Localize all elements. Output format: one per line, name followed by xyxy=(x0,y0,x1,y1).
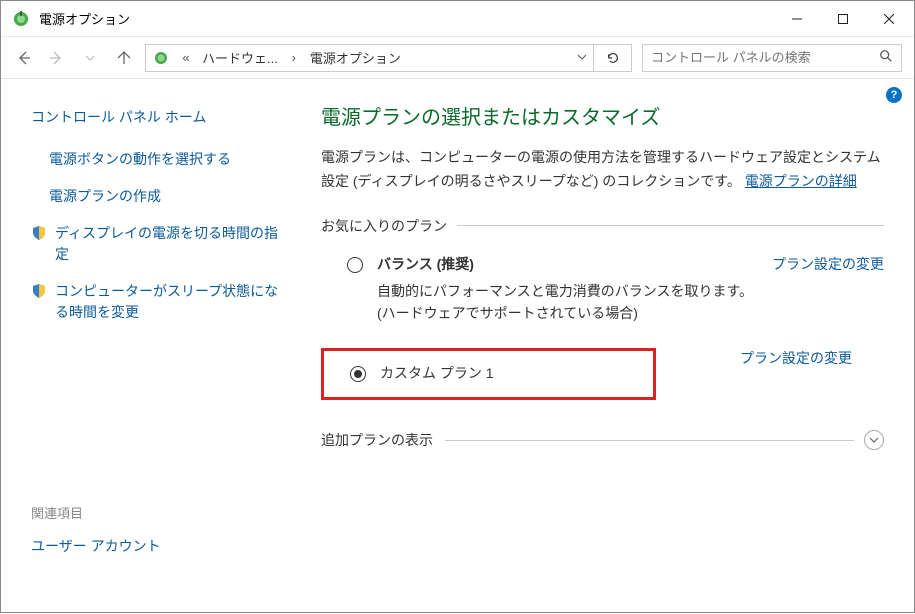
shield-icon xyxy=(31,283,47,299)
breadcrumb-icon xyxy=(152,49,170,67)
titlebar: 電源オプション xyxy=(1,1,914,37)
main-content: 電源プランの選択またはカスタマイズ 電源プランは、コンピューターの電源の使用方法… xyxy=(311,79,914,614)
chevron-down-icon[interactable] xyxy=(577,50,587,65)
search-icon[interactable] xyxy=(879,49,893,66)
recent-dropdown-icon[interactable] xyxy=(79,47,101,69)
plan-info: バランス (推奨) 自動的にパフォーマンスと電力消費のバランスを取ります。(ハー… xyxy=(377,254,758,325)
up-button[interactable] xyxy=(113,47,135,69)
favorite-plans-text: お気に入りのプラン xyxy=(321,216,447,236)
chevron-right-icon: › xyxy=(286,50,302,65)
sidebar-item-create-plan[interactable]: 電源プランの作成 xyxy=(31,186,291,207)
favorite-plans-label: お気に入りのプラン xyxy=(321,216,884,236)
plan-name: カスタム プラン 1 xyxy=(380,363,653,383)
sidebar-item-label: ユーザー アカウント xyxy=(31,536,161,557)
body: ? コントロール パネル ホーム 電源ボタンの動作を選択する 電源プランの作成 … xyxy=(1,79,914,614)
page-heading: 電源プランの選択またはカスタマイズ xyxy=(321,101,884,130)
change-plan-settings-link[interactable]: プラン設定の変更 xyxy=(740,348,852,368)
related-heading: 関連項目 xyxy=(31,503,291,522)
sidebar-item-power-button[interactable]: 電源ボタンの動作を選択する xyxy=(31,149,291,170)
help-icon[interactable]: ? xyxy=(886,87,902,103)
breadcrumb-hardware[interactable]: ハードウェ... xyxy=(202,48,278,67)
window-title: 電源オプション xyxy=(39,9,130,28)
search-input[interactable] xyxy=(651,50,879,65)
power-plan-details-link[interactable]: 電源プランの詳細 xyxy=(745,173,857,189)
sidebar-item-label: 電源ボタンの動作を選択する xyxy=(49,149,231,170)
change-plan-settings-link[interactable]: プラン設定の変更 xyxy=(772,254,884,274)
chevron-left-double-icon: « xyxy=(178,50,194,65)
divider xyxy=(445,440,854,441)
sidebar-item-label: 電源プランの作成 xyxy=(49,186,161,207)
back-button[interactable] xyxy=(13,47,35,69)
maximize-button[interactable] xyxy=(820,2,866,36)
plan-info: カスタム プラン 1 xyxy=(380,363,653,383)
sidebar-item-label: コンピューターがスリープ状態になる時間を変更 xyxy=(55,281,291,323)
close-button[interactable] xyxy=(866,2,912,36)
breadcrumb-power-options[interactable]: 電源オプション xyxy=(310,48,401,67)
radio-custom[interactable] xyxy=(350,366,366,382)
plan-row-custom: カスタム プラン 1 プラン設定の変更 xyxy=(321,330,884,420)
sidebar-item-sleep-time[interactable]: コンピューターがスリープ状態になる時間を変更 xyxy=(31,281,291,323)
minimize-button[interactable] xyxy=(774,2,820,36)
navbar: « ハードウェ... › 電源オプション xyxy=(1,37,914,79)
additional-plans-row: 追加プランの表示 xyxy=(321,430,884,450)
additional-plans-label: 追加プランの表示 xyxy=(321,430,433,450)
refresh-button[interactable] xyxy=(594,44,632,72)
breadcrumb[interactable]: « ハードウェ... › 電源オプション xyxy=(145,44,594,72)
sidebar-item-user-accounts[interactable]: ユーザー アカウント xyxy=(31,536,291,557)
sidebar-item-label: ディスプレイの電源を切る時間の指定 xyxy=(55,223,291,265)
plan-name: バランス (推奨) xyxy=(377,254,758,274)
description: 電源プランは、コンピューターの電源の使用方法を管理するハードウェア設定とシステム… xyxy=(321,146,884,194)
plan-row-custom-inner: カスタム プラン 1 xyxy=(350,359,653,389)
shield-icon xyxy=(31,225,47,241)
window-buttons xyxy=(774,2,912,36)
expand-button[interactable] xyxy=(864,430,884,450)
plan-desc: 自動的にパフォーマンスと電力消費のバランスを取ります。(ハードウェアでサポートさ… xyxy=(377,280,758,325)
forward-button[interactable] xyxy=(45,47,67,69)
plan-row-balance: バランス (推奨) 自動的にパフォーマンスと電力消費のバランスを取ります。(ハー… xyxy=(321,250,884,331)
app-icon xyxy=(11,9,31,29)
divider xyxy=(457,225,884,226)
radio-balance[interactable] xyxy=(347,257,363,273)
search-box[interactable] xyxy=(642,44,902,72)
control-panel-home-link[interactable]: コントロール パネル ホーム xyxy=(31,107,291,127)
sidebar-item-display-off[interactable]: ディスプレイの電源を切る時間の指定 xyxy=(31,223,291,265)
highlight-box: カスタム プラン 1 xyxy=(321,348,656,400)
sidebar: コントロール パネル ホーム 電源ボタンの動作を選択する 電源プランの作成 ディ… xyxy=(1,79,311,614)
